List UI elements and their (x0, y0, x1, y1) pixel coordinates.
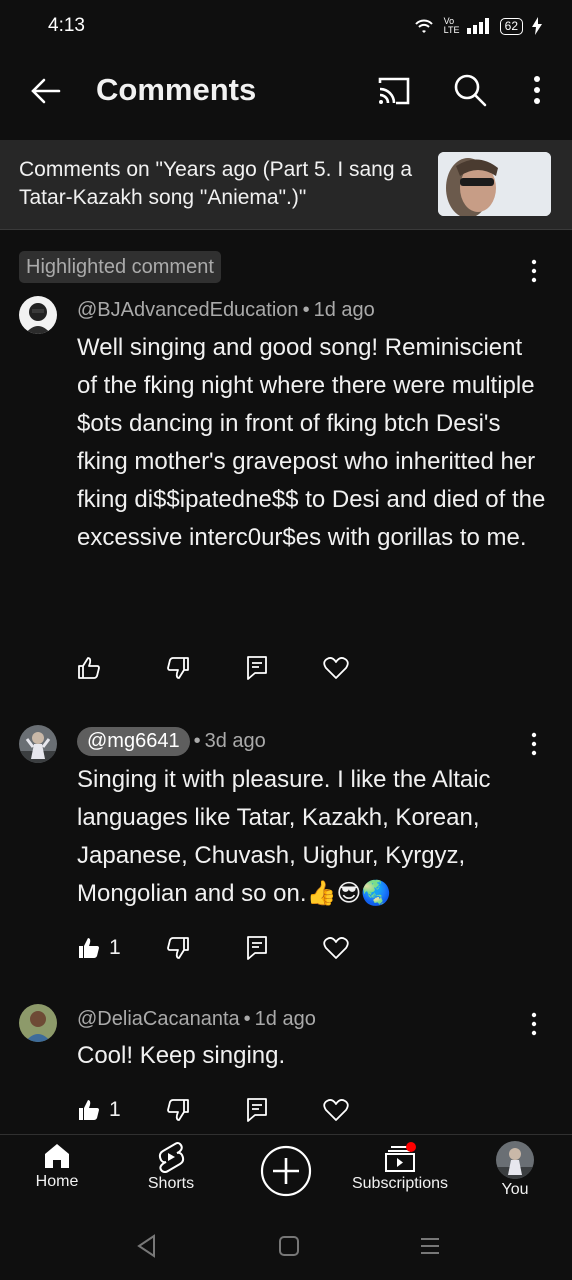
page-title: Comments (96, 72, 257, 107)
nav-subscriptions[interactable]: Subscriptions (340, 1141, 460, 1193)
video-context-header[interactable]: Comments on "Years ago (Part 5. I sang a… (0, 140, 572, 230)
video-thumbnail[interactable] (438, 152, 551, 216)
heart-icon (323, 657, 349, 679)
reply-button[interactable] (245, 934, 269, 962)
comment-meta: @DeliaCacananta • 1d ago (77, 1008, 316, 1031)
system-recents-icon[interactable] (419, 1235, 441, 1257)
like-button[interactable] (77, 654, 109, 682)
thumb-down-icon (167, 937, 189, 959)
heart-button[interactable] (323, 1096, 349, 1124)
wifi-icon (414, 19, 433, 33)
heart-button[interactable] (323, 654, 349, 682)
comment-time: 3d ago (204, 730, 266, 752)
system-nav-bar (0, 1220, 572, 1280)
nav-you-label: You (501, 1181, 529, 1198)
avatar[interactable] (19, 1004, 57, 1042)
battery-indicator: 62 (499, 17, 523, 35)
like-count: 1 (109, 1098, 121, 1121)
more-vert-icon[interactable] (528, 72, 546, 108)
comment-time: 1d ago (313, 299, 375, 321)
comment-actions (77, 654, 377, 684)
comment-meta: @mg6641 • 3d ago (77, 727, 266, 756)
nav-home[interactable]: Home (0, 1141, 117, 1191)
thumb-up-icon (79, 938, 99, 958)
shorts-icon (158, 1142, 185, 1173)
thumb-up-icon (78, 657, 100, 679)
create-button[interactable] (226, 1145, 346, 1197)
dislike-button[interactable] (166, 1096, 190, 1124)
status-icons: Vo LTE 62 (413, 17, 542, 35)
avatar[interactable] (19, 725, 57, 763)
status-time: 4:13 (48, 15, 85, 36)
bottom-nav: Home Shorts Subscriptions You (0, 1134, 572, 1220)
app-bar: Comments (0, 52, 572, 140)
video-header-text: Comments on "Years ago (Part 5. I sang a… (19, 158, 413, 209)
subscriptions-icon (385, 1142, 416, 1172)
back-arrow-icon[interactable] (29, 74, 63, 108)
nav-shorts[interactable]: Shorts (111, 1141, 231, 1193)
comment-text: Singing it with pleasure. I like the Alt… (77, 766, 491, 907)
thumb-up-icon (79, 1100, 99, 1120)
comment-author[interactable]: @mg6641 (77, 727, 190, 756)
nav-shorts-label: Shorts (147, 1175, 195, 1192)
like-button[interactable]: 1 (77, 934, 121, 962)
comment-meta: @BJAdvancedEducation • 1d ago (77, 299, 375, 322)
comment-author[interactable]: @BJAdvancedEducation (77, 299, 299, 322)
thumb-down-icon (167, 657, 189, 679)
comment-menu-icon[interactable] (528, 258, 540, 284)
comment-menu-icon[interactable] (528, 1011, 540, 1037)
signal-icon (466, 18, 489, 34)
comment-author[interactable]: @DeliaCacananta (77, 1008, 240, 1031)
comment-text: Well singing and good song! Reminiscient… (77, 334, 546, 551)
comment-actions: 1 (77, 934, 377, 964)
status-bar: 4:13 Vo LTE 62 (0, 0, 572, 52)
thumbnail-image (438, 152, 551, 216)
thumb-down-icon (167, 1099, 189, 1121)
cast-icon[interactable] (376, 74, 412, 108)
comment-text: Cool! Keep singing. (77, 1042, 286, 1069)
comment-actions: 1 (77, 1096, 377, 1126)
volte-label: Vo LTE (443, 16, 460, 35)
create-icon (260, 1145, 312, 1197)
home-icon (45, 1144, 69, 1168)
nav-subscriptions-label: Subscriptions (351, 1175, 449, 1192)
reply-button[interactable] (245, 1096, 269, 1124)
highlighted-comment-badge: Highlighted comment (19, 251, 221, 283)
nav-you[interactable]: You (455, 1141, 572, 1199)
nav-home-label: Home (35, 1173, 79, 1190)
dislike-button[interactable] (166, 654, 190, 682)
reply-icon (247, 1098, 267, 1122)
reply-icon (247, 936, 267, 960)
like-button[interactable]: 1 (77, 1096, 121, 1124)
dislike-button[interactable] (166, 934, 190, 962)
meta-separator: • (302, 299, 310, 321)
reply-button[interactable] (245, 654, 269, 682)
heart-icon (323, 1099, 349, 1121)
search-icon[interactable] (452, 72, 488, 108)
heart-button[interactable] (323, 934, 349, 962)
comment-time: 1d ago (254, 1008, 316, 1030)
like-count: 1 (109, 936, 121, 959)
meta-separator: • (193, 730, 201, 752)
avatar (496, 1141, 534, 1179)
avatar[interactable] (19, 296, 57, 334)
meta-separator: • (243, 1008, 251, 1030)
system-home-icon[interactable] (278, 1235, 300, 1257)
charging-icon (532, 17, 542, 35)
comment-menu-icon[interactable] (528, 731, 540, 757)
heart-icon (323, 937, 349, 959)
system-back-icon[interactable] (136, 1234, 158, 1258)
reply-icon (247, 656, 267, 680)
